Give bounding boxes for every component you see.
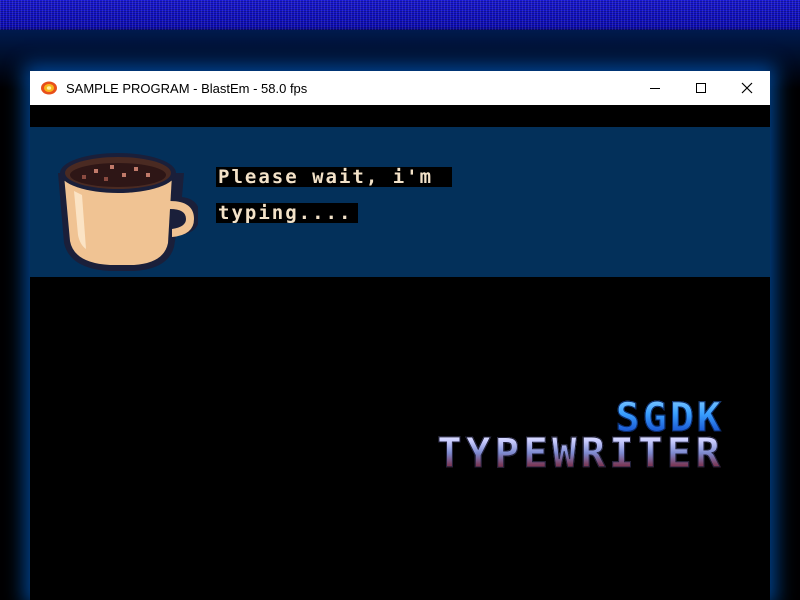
blastem-icon: [40, 79, 58, 97]
coffee-cup-icon: [58, 153, 198, 271]
close-button[interactable]: [724, 71, 770, 105]
game-screen[interactable]: Please wait, i'm typing.... SGDK TYPEWRI…: [30, 105, 770, 600]
minimize-icon: [650, 88, 660, 89]
close-icon: [741, 82, 753, 94]
maximize-button[interactable]: [678, 71, 724, 105]
window-title: SAMPLE PROGRAM - BlastEm - 58.0 fps: [66, 80, 308, 96]
title-bar[interactable]: SAMPLE PROGRAM - BlastEm - 58.0 fps: [30, 71, 770, 105]
minimize-button[interactable]: [632, 71, 678, 105]
dialog-line-2: typing....: [216, 203, 359, 223]
maximize-icon: [696, 83, 706, 93]
dialog-line-1: Please wait, i'm: [216, 167, 453, 187]
dialog-box: Please wait, i'm typing....: [30, 127, 770, 277]
logo-typewriter: TYPEWRITER: [437, 429, 724, 478]
window-controls: [632, 71, 770, 105]
emulator-window: SAMPLE PROGRAM - BlastEm - 58.0 fps Plea…: [30, 71, 770, 600]
